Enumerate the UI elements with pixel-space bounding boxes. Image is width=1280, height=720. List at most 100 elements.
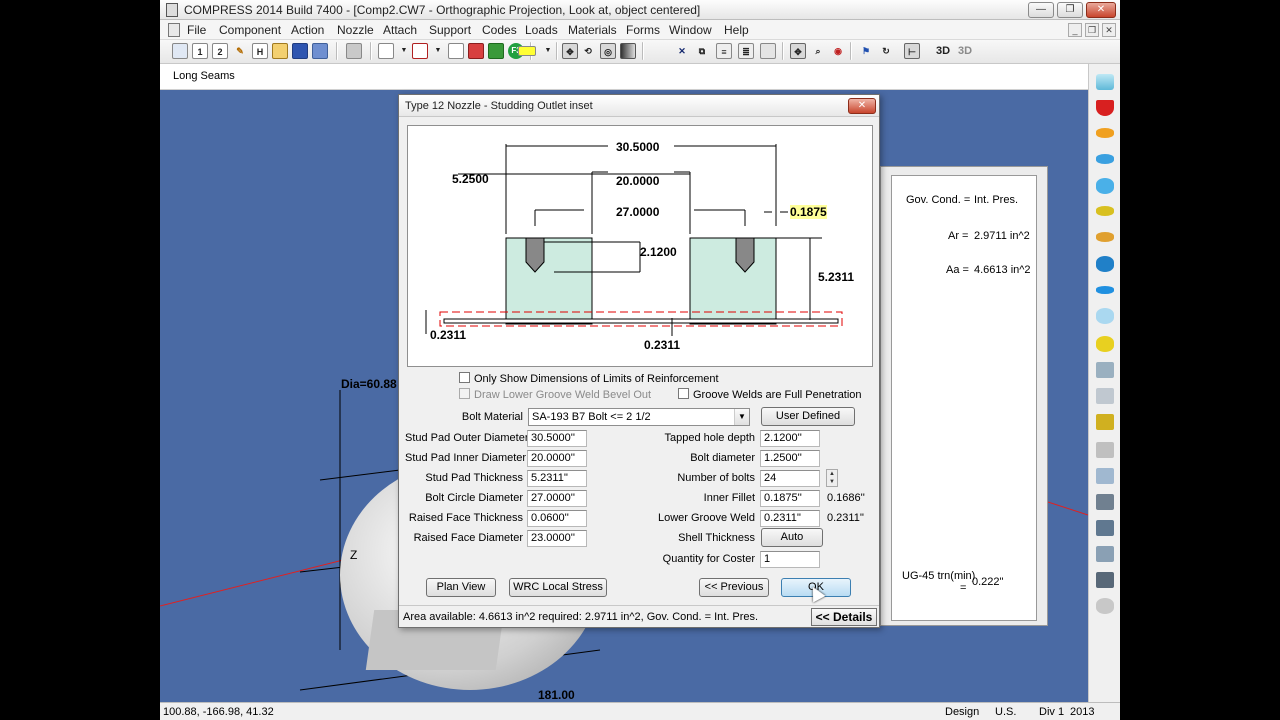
shading-icon[interactable] (620, 43, 636, 59)
wrc-local-stress-button[interactable]: WRC Local Stress (509, 578, 607, 597)
quantity-coster-field[interactable]: 1 (760, 551, 820, 568)
chevron-down-icon[interactable]: ▼ (734, 409, 749, 425)
menu-support[interactable]: Support (429, 23, 471, 37)
sphere-icon[interactable] (1096, 256, 1114, 272)
open-folder-icon[interactable] (272, 43, 288, 59)
platform-icon[interactable] (1096, 572, 1114, 588)
skirt-icon[interactable] (1096, 494, 1114, 510)
flag-icon[interactable]: ⚑ (858, 43, 874, 59)
list-icon[interactable]: ≡ (716, 43, 732, 59)
menu-codes[interactable]: Codes (482, 23, 517, 37)
rotate-icon[interactable]: ⟲ (580, 43, 596, 59)
dialog-close-button[interactable]: ✕ (848, 98, 876, 114)
ellipsoidal-head-icon[interactable] (1096, 128, 1114, 138)
color-dropdown-icon[interactable]: ▼ (540, 43, 556, 59)
raised-face-thickness-field[interactable]: 0.0600'' (527, 510, 587, 527)
flange-icon[interactable] (1096, 286, 1114, 294)
save-icon[interactable] (292, 43, 308, 59)
lug-icon[interactable] (1096, 414, 1114, 430)
groove-full-checkbox[interactable]: Groove Welds are Full Penetration (678, 388, 862, 401)
packing-icon[interactable] (1096, 598, 1114, 614)
leg-icon[interactable] (1096, 546, 1114, 562)
zoom-extents-icon[interactable]: ◉ (830, 43, 846, 59)
bolt-diameter-field[interactable]: 1.2500'' (760, 450, 820, 467)
menu-action[interactable]: Action (291, 23, 324, 37)
menu-help[interactable]: Help (724, 23, 749, 37)
menu-loads[interactable]: Loads (525, 23, 558, 37)
stud-pad-inner-field[interactable]: 20.0000'' (527, 450, 587, 467)
menu-attach[interactable]: Attach (383, 23, 417, 37)
flat-head-icon[interactable] (1096, 206, 1114, 216)
only-limits-checkbox[interactable]: Only Show Dimensions of Limits of Reinfo… (459, 372, 719, 385)
view-mode-icon[interactable]: ◎ (600, 43, 616, 59)
copy-icon[interactable]: ⧉ (694, 43, 710, 59)
minimize-button[interactable]: — (1028, 2, 1054, 18)
pan-icon[interactable]: ✥ (790, 43, 806, 59)
tube-icon[interactable] (1096, 442, 1114, 458)
pdf-dropdown-icon[interactable]: ▼ (430, 43, 446, 59)
menu-materials[interactable]: Materials (568, 23, 617, 37)
save-all-icon[interactable] (312, 43, 328, 59)
stud-pad-thickness-field[interactable]: 5.2311'' (527, 470, 587, 487)
cone-icon[interactable] (1096, 100, 1114, 116)
menu-forms[interactable]: Forms (626, 23, 660, 37)
close-button[interactable]: ✕ (1086, 2, 1116, 18)
mdi-minimize-button[interactable]: _ (1068, 23, 1082, 37)
menu-window[interactable]: Window (669, 23, 712, 37)
spin-up-icon[interactable]: ▲ (827, 470, 837, 478)
3d-off-icon[interactable]: 3D (954, 43, 976, 59)
raised-face-diameter-field[interactable]: 23.0000'' (527, 530, 587, 547)
bolts-stepper[interactable]: ▲ ▼ (826, 469, 838, 487)
report-icon[interactable] (378, 43, 394, 59)
bolt-material-select[interactable]: SA-193 B7 Bolt <= 2 1/2 ▼ (528, 408, 750, 426)
clip-icon[interactable] (1096, 388, 1114, 404)
3d-view-icon[interactable]: 3D (932, 43, 954, 59)
delete-icon[interactable]: ✕ (674, 43, 690, 59)
edit-report-icon[interactable] (448, 43, 464, 59)
user-defined-button[interactable]: User Defined (761, 407, 855, 426)
form-1-icon[interactable]: 1 (192, 43, 208, 59)
print-icon[interactable] (346, 43, 362, 59)
long-seams-label[interactable]: Long Seams (173, 70, 235, 82)
saddle-icon[interactable] (1096, 520, 1114, 536)
plan-view-button[interactable]: Plan View (426, 578, 496, 597)
table-icon[interactable]: ≣ (738, 43, 754, 59)
body-flange-icon[interactable] (1096, 362, 1114, 378)
form-2-icon[interactable]: 2 (212, 43, 228, 59)
tapped-depth-field[interactable]: 2.1200'' (760, 430, 820, 447)
refresh-icon[interactable]: ↻ (878, 43, 894, 59)
hemispherical-head-icon[interactable] (1096, 178, 1114, 194)
error-icon[interactable] (468, 43, 484, 59)
document-icon[interactable] (168, 23, 180, 37)
details-button[interactable]: << Details (811, 608, 877, 626)
inner-fillet-field[interactable]: 0.1875'' (760, 490, 820, 507)
pdf-icon[interactable] (412, 43, 428, 59)
nozzle-icon[interactable] (1096, 336, 1114, 352)
restore-button[interactable]: ❐ (1057, 2, 1083, 18)
tools-icon[interactable]: ✎ (232, 43, 248, 59)
checkbox-box[interactable] (459, 372, 470, 383)
previous-button[interactable]: << Previous (699, 578, 769, 597)
calculate-icon[interactable] (488, 43, 504, 59)
menu-component[interactable]: Component (219, 23, 281, 37)
spin-down-icon[interactable]: ▼ (827, 478, 837, 486)
select-tool-icon[interactable]: ✥ (562, 43, 578, 59)
report-dropdown-icon[interactable]: ▼ (396, 43, 412, 59)
conical-head-icon[interactable] (1096, 232, 1114, 242)
menu-nozzle[interactable]: Nozzle (337, 23, 374, 37)
shell-thickness-auto-button[interactable]: Auto (761, 528, 823, 547)
bellows-icon[interactable] (1096, 308, 1114, 324)
lower-groove-weld-field[interactable]: 0.2311'' (760, 510, 820, 527)
mdi-close-button[interactable]: ✕ (1102, 23, 1116, 37)
stud-pad-outer-field[interactable]: 30.5000'' (527, 430, 587, 447)
dimension-icon[interactable]: ⊢ (904, 43, 920, 59)
checkbox-box[interactable] (678, 388, 689, 399)
properties-icon[interactable] (172, 43, 188, 59)
cylinder-icon[interactable] (1096, 74, 1114, 90)
color-swatch-icon[interactable] (518, 46, 536, 56)
torispherical-head-icon[interactable] (1096, 154, 1114, 164)
mdi-restore-button[interactable]: ❐ (1085, 23, 1099, 37)
bolt-circle-field[interactable]: 27.0000'' (527, 490, 587, 507)
menu-file[interactable]: File (187, 23, 206, 37)
draw-groove-checkbox[interactable]: Draw Lower Groove Weld Bevel Out (459, 388, 651, 401)
